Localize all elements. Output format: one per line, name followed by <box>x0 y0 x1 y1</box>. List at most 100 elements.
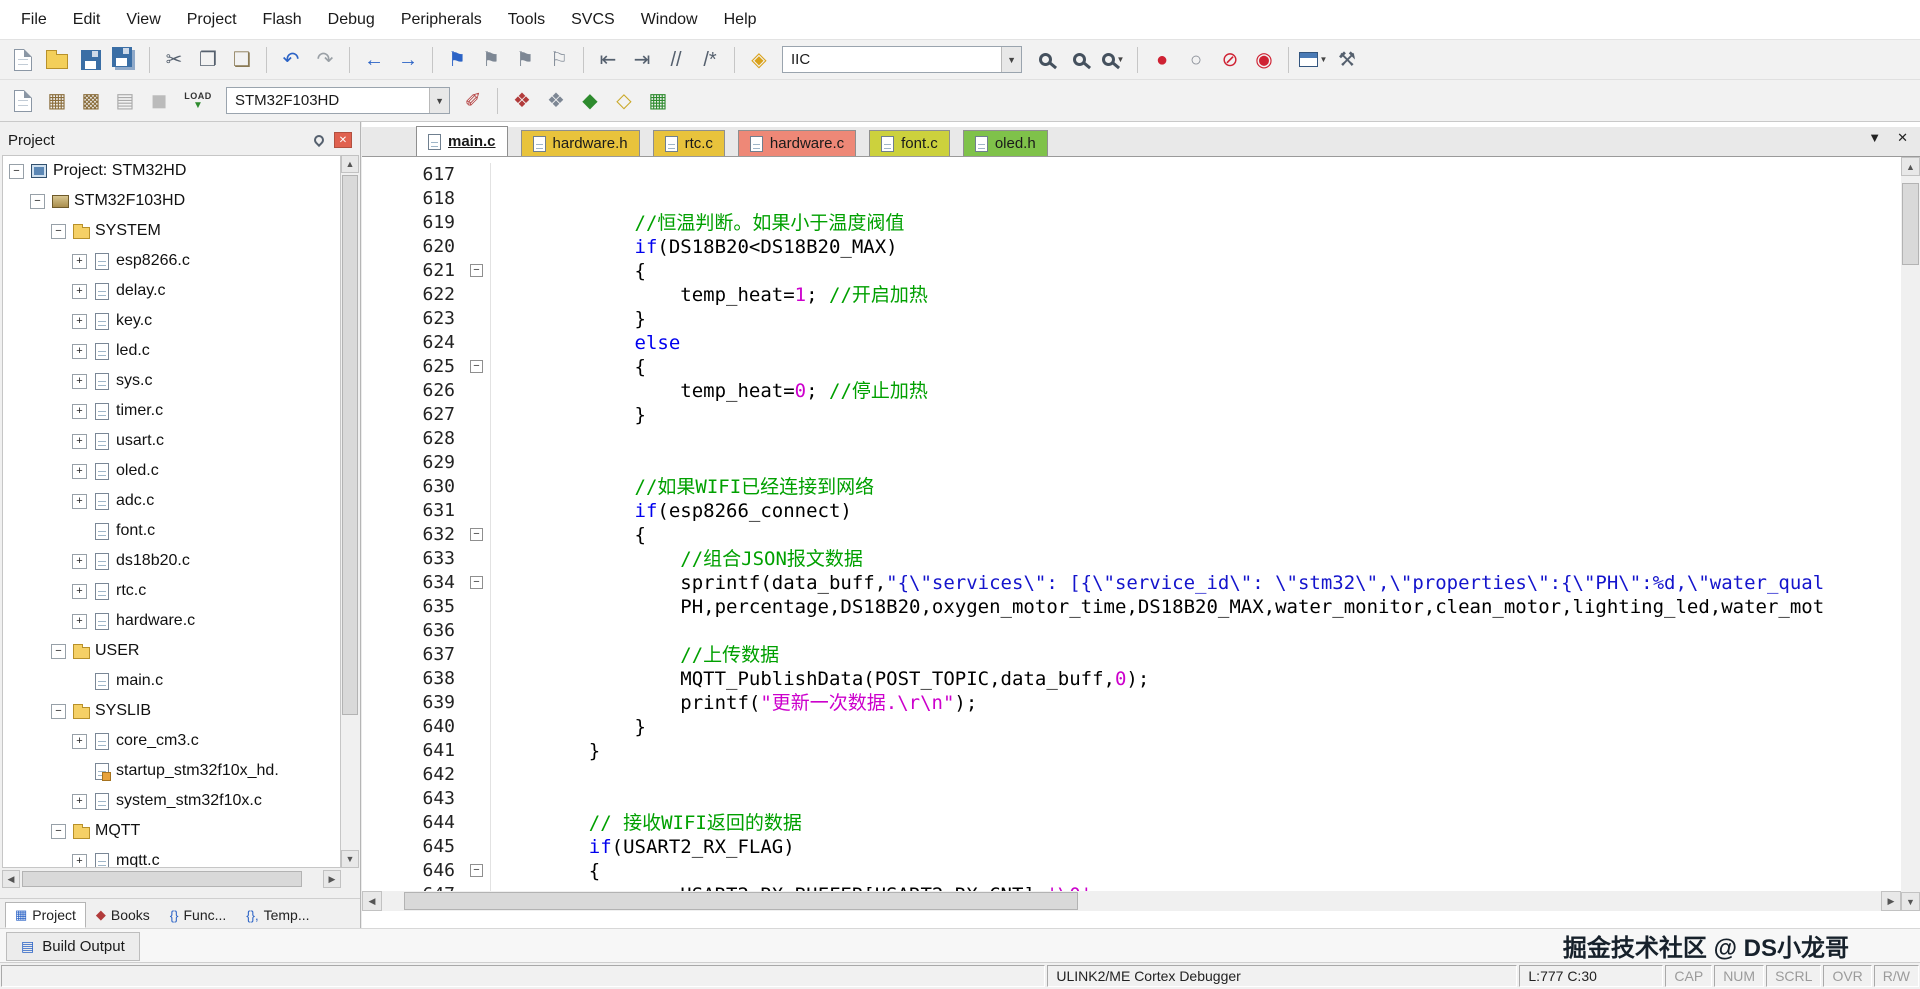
rebuild-icon[interactable]: ▩ <box>75 85 107 117</box>
tree-item-hardware-c[interactable]: +hardware.c <box>3 606 340 636</box>
tree-expand-minus-icon[interactable]: − <box>51 824 66 839</box>
menu-svcs[interactable]: SVCS <box>558 6 628 34</box>
scrollbar-thumb[interactable] <box>342 175 358 715</box>
tree-expand-plus-icon[interactable]: + <box>72 254 87 269</box>
chevron-down-icon[interactable]: ▼ <box>429 88 449 113</box>
kill-breakpoints-icon[interactable]: ⊘ <box>1214 44 1246 76</box>
redo-icon[interactable]: ↷ <box>309 44 341 76</box>
tree-expand-plus-icon[interactable]: + <box>72 614 87 629</box>
tree-item-startup-stm32f10x-hd[interactable]: startup_stm32f10x_hd. <box>3 756 340 786</box>
menu-flash[interactable]: Flash <box>250 6 315 34</box>
tree-expand-plus-icon[interactable]: + <box>72 434 87 449</box>
tree-item-esp8266-c[interactable]: +esp8266.c <box>3 246 340 276</box>
scroll-left-icon[interactable]: ◀ <box>2 870 20 888</box>
menu-window[interactable]: Window <box>628 6 711 34</box>
tree-expand-plus-icon[interactable]: + <box>72 734 87 749</box>
close-tab-icon[interactable]: ✕ <box>1897 130 1908 146</box>
copy-icon[interactable]: ❐ <box>192 44 224 76</box>
manage-run-time-environment-icon[interactable]: ◆ <box>574 85 606 117</box>
unindent-icon[interactable]: ⇤ <box>592 44 624 76</box>
menu-tools[interactable]: Tools <box>495 6 558 34</box>
menu-debug[interactable]: Debug <box>315 6 388 34</box>
find-icon[interactable]: ▼ <box>1097 44 1129 76</box>
uncomment-icon[interactable]: /* <box>694 44 726 76</box>
tree-item-system-stm32f10x-c[interactable]: +system_stm32f10x.c <box>3 786 340 816</box>
scroll-down-icon[interactable]: ▼ <box>1901 892 1920 911</box>
comment-icon[interactable]: // <box>660 44 692 76</box>
scroll-up-icon[interactable]: ▲ <box>1901 157 1920 176</box>
tab-hardware-c[interactable]: hardware.c <box>738 130 856 156</box>
scrollbar-thumb[interactable] <box>404 892 1078 910</box>
menu-edit[interactable]: Edit <box>60 6 114 34</box>
tab-rtc-c[interactable]: rtc.c <box>653 130 725 156</box>
insert-breakpoint-icon[interactable]: ● <box>1146 44 1178 76</box>
search-combo[interactable]: IIC▼ <box>782 46 1022 73</box>
find-in-files-icon[interactable] <box>1029 44 1061 76</box>
tree-item-syslib[interactable]: −SYSLIB <box>3 696 340 726</box>
pin-icon[interactable] <box>312 133 326 147</box>
tab-oled-h[interactable]: oled.h <box>963 130 1048 156</box>
tab-font-c[interactable]: font.c <box>869 130 950 156</box>
indent-icon[interactable]: ⇥ <box>626 44 658 76</box>
next-bookmark-icon[interactable]: ⚑ <box>509 44 541 76</box>
tree-expand-plus-icon[interactable]: + <box>72 374 87 389</box>
tab-main-c[interactable]: main.c <box>416 126 508 156</box>
panel-tab-func[interactable]: {}Func... <box>160 902 236 928</box>
panel-tab-project[interactable]: ▦Project <box>5 902 86 928</box>
tree-item-ds18b20-c[interactable]: +ds18b20.c <box>3 546 340 576</box>
panel-tab-books[interactable]: ◆Books <box>86 902 160 928</box>
scroll-up-icon[interactable]: ▲ <box>341 155 359 173</box>
tree-item-adc-c[interactable]: +adc.c <box>3 486 340 516</box>
menu-help[interactable]: Help <box>711 6 770 34</box>
tree-expand-minus-icon[interactable]: − <box>30 194 45 209</box>
stop-build-icon[interactable]: ◼ <box>143 85 175 117</box>
tree-item-led-c[interactable]: +led.c <box>3 336 340 366</box>
download-icon[interactable]: LOAD▼ <box>177 85 219 117</box>
tree-item-rtc-c[interactable]: +rtc.c <box>3 576 340 606</box>
cut-icon[interactable]: ✂ <box>158 44 190 76</box>
editor-vertical-scrollbar[interactable]: ▲ ▼ <box>1901 157 1920 911</box>
project-tree-vertical-scrollbar[interactable]: ▲ ▼ <box>341 155 359 868</box>
tree-expand-plus-icon[interactable]: + <box>72 554 87 569</box>
tree-item-delay-c[interactable]: +delay.c <box>3 276 340 306</box>
menu-project[interactable]: Project <box>174 6 250 34</box>
tab-list-icon[interactable]: ▼ <box>1868 130 1881 146</box>
paste-icon[interactable]: ❏ <box>226 44 258 76</box>
tree-expand-plus-icon[interactable]: + <box>72 314 87 329</box>
tree-item-stm32f103hd[interactable]: −STM32F103HD <box>3 186 340 216</box>
tree-expand-plus-icon[interactable]: + <box>72 494 87 509</box>
fold-collapse-icon[interactable]: − <box>470 264 483 277</box>
scroll-down-icon[interactable]: ▼ <box>341 850 359 868</box>
tree-item-system[interactable]: −SYSTEM <box>3 216 340 246</box>
scrollbar-thumb[interactable] <box>22 871 302 887</box>
tree-item-mqtt-c[interactable]: +mqtt.c <box>3 846 340 868</box>
scroll-right-icon[interactable]: ▶ <box>1881 891 1901 911</box>
options-for-target-icon[interactable]: ✐ <box>457 85 489 117</box>
close-panel-icon[interactable]: ✕ <box>334 132 352 148</box>
prev-bookmark-icon[interactable]: ⚑ <box>475 44 507 76</box>
tree-item-user[interactable]: −USER <box>3 636 340 666</box>
tree-item-project-stm32hd[interactable]: −Project: STM32HD <box>3 156 340 186</box>
target-select[interactable]: STM32F103HD▼ <box>226 87 450 114</box>
nav-back-icon[interactable]: ← <box>358 44 390 76</box>
tree-expand-minus-icon[interactable]: − <box>51 704 66 719</box>
software-packs-icon[interactable]: ▦ <box>642 85 674 117</box>
fold-collapse-icon[interactable]: − <box>470 360 483 373</box>
open-folder-icon[interactable] <box>41 44 73 76</box>
tree-item-sys-c[interactable]: +sys.c <box>3 366 340 396</box>
tree-expand-minus-icon[interactable]: − <box>51 224 66 239</box>
panel-tab-temp[interactable]: {},Temp... <box>236 902 319 928</box>
manage-components-icon[interactable]: ❖ <box>506 85 538 117</box>
tree-item-oled-c[interactable]: +oled.c <box>3 456 340 486</box>
tab-hardware-h[interactable]: hardware.h <box>521 130 640 156</box>
tree-item-timer-c[interactable]: +timer.c <box>3 396 340 426</box>
fold-collapse-icon[interactable]: − <box>470 528 483 541</box>
fold-collapse-icon[interactable]: − <box>470 576 483 589</box>
tree-expand-plus-icon[interactable]: + <box>72 404 87 419</box>
tree-expand-plus-icon[interactable]: + <box>72 854 87 869</box>
new-file-icon[interactable] <box>7 44 39 76</box>
tree-expand-plus-icon[interactable]: + <box>72 284 87 299</box>
save-all-icon[interactable] <box>109 44 141 76</box>
tree-item-font-c[interactable]: font.c <box>3 516 340 546</box>
tree-expand-plus-icon[interactable]: + <box>72 344 87 359</box>
